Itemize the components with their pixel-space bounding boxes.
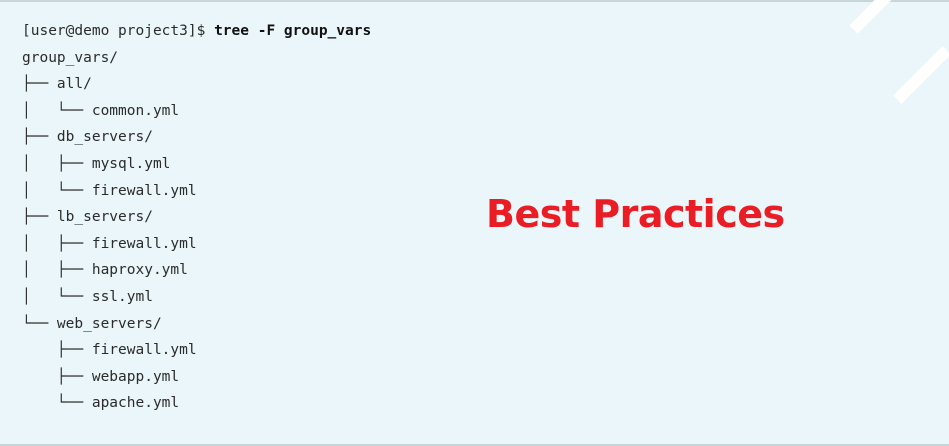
tree-line: ├── webapp.yml bbox=[22, 368, 180, 385]
tree-line: └── apache.yml bbox=[22, 395, 180, 412]
tree-line: │ ├── haproxy.yml bbox=[22, 262, 188, 279]
tree-line: │ └── firewall.yml bbox=[22, 182, 197, 199]
tree-line: ├── lb_servers/ bbox=[22, 209, 153, 226]
shell-command: tree -F group_vars bbox=[214, 23, 372, 39]
shell-prompt: [user@demo project3]$ bbox=[22, 23, 215, 39]
tree-line: ├── firewall.yml bbox=[22, 342, 197, 359]
tree-line: group_vars/ bbox=[22, 49, 119, 66]
command-line: [user@demo project3]$ tree -F group_vars bbox=[22, 18, 371, 45]
tree-line: ├── all/ bbox=[22, 76, 92, 93]
best-practices-title: Best Practices bbox=[486, 192, 785, 236]
tree-line: │ └── common.yml bbox=[22, 102, 180, 119]
decorative-stripe bbox=[849, 0, 899, 34]
terminal-output-panel: [user@demo project3]$ tree -F group_vars… bbox=[0, 0, 949, 446]
tree-line: │ ├── mysql.yml bbox=[22, 155, 171, 172]
tree-line: └── web_servers/ bbox=[22, 315, 162, 332]
tree-line: ├── db_servers/ bbox=[22, 129, 153, 146]
tree-line: │ └── ssl.yml bbox=[22, 288, 153, 305]
tree-line: │ ├── firewall.yml bbox=[22, 235, 197, 252]
decorative-stripe bbox=[893, 46, 949, 104]
terminal-output: [user@demo project3]$ tree -F group_vars… bbox=[22, 18, 371, 417]
